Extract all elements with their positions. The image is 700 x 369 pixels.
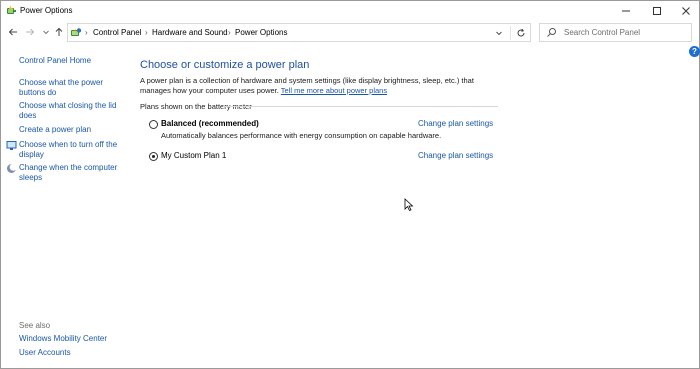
- breadcrumb-separator: ›: [228, 28, 231, 37]
- title-bar: Power Options: [1, 1, 699, 21]
- address-bar[interactable]: › Control Panel › Hardware and Sound › P…: [67, 23, 531, 42]
- breadcrumb-hardware-and-sound[interactable]: Hardware and Sound: [152, 28, 228, 37]
- chevron-down-icon: [496, 31, 502, 36]
- breadcrumb-separator: ›: [85, 28, 88, 37]
- refresh-icon: [517, 28, 525, 37]
- minimize-icon: [622, 10, 630, 12]
- refresh-button[interactable]: [514, 26, 528, 40]
- back-button[interactable]: [6, 25, 20, 39]
- plan-custom-radio[interactable]: [149, 152, 158, 161]
- left-pane: Control Panel Home Choose what the power…: [1, 45, 131, 369]
- power-buttons-link[interactable]: Choose what the power buttons do: [19, 78, 119, 98]
- search-input[interactable]: Search Control Panel: [564, 28, 640, 37]
- forward-button[interactable]: [23, 25, 37, 39]
- maximize-button[interactable]: [642, 1, 672, 21]
- closing-lid-link[interactable]: Choose what closing the lid does: [19, 101, 119, 121]
- tell-me-more-link[interactable]: Tell me more about power plans: [281, 86, 387, 95]
- plan-custom-change-settings-link[interactable]: Change plan settings: [418, 151, 493, 160]
- up-button[interactable]: [52, 25, 66, 39]
- breadcrumb-control-panel[interactable]: Control Panel: [93, 28, 141, 37]
- power-options-window: Power Options › Control Panel › Hardware…: [0, 0, 700, 369]
- computer-sleeps-link[interactable]: Change when the computer sleeps: [19, 163, 119, 183]
- control-panel-icon: [70, 27, 82, 39]
- create-power-plan-link[interactable]: Create a power plan: [19, 125, 91, 135]
- minimize-button[interactable]: [611, 1, 641, 21]
- mouse-cursor-icon: [404, 198, 414, 212]
- power-options-icon: [6, 5, 17, 16]
- plan-balanced-change-settings-link[interactable]: Change plan settings: [418, 119, 493, 128]
- moon-sleep-icon: [6, 163, 17, 174]
- back-arrow-icon: [8, 28, 17, 36]
- plan-balanced-description: Automatically balances performance with …: [161, 131, 442, 140]
- window-title: Power Options: [20, 6, 73, 15]
- turn-off-display-link[interactable]: Choose when to turn off the display: [19, 140, 119, 160]
- plan-balanced-name[interactable]: Balanced (recommended): [161, 119, 259, 128]
- forward-arrow-icon: [26, 28, 35, 36]
- address-divider: [510, 26, 511, 40]
- maximize-icon: [653, 7, 661, 15]
- section-divider: [223, 106, 498, 107]
- breadcrumb-power-options[interactable]: Power Options: [235, 28, 287, 37]
- chevron-down-icon: [43, 30, 49, 35]
- control-panel-home-link[interactable]: Control Panel Home: [19, 56, 91, 66]
- display-icon: [6, 140, 17, 151]
- search-box[interactable]: Search Control Panel: [539, 23, 692, 42]
- up-arrow-icon: [55, 27, 63, 36]
- help-icon[interactable]: ?: [689, 46, 700, 57]
- address-history-dropdown[interactable]: [492, 27, 506, 39]
- navigation-bar: › Control Panel › Hardware and Sound › P…: [1, 22, 699, 44]
- breadcrumb-separator: ›: [145, 28, 148, 37]
- close-icon: [682, 7, 690, 15]
- plan-custom-name[interactable]: My Custom Plan 1: [161, 151, 226, 160]
- plan-balanced-radio[interactable]: [149, 120, 158, 129]
- page-title: Choose or customize a power plan: [140, 59, 310, 71]
- user-accounts-link[interactable]: User Accounts: [19, 348, 71, 358]
- intro-paragraph: A power plan is a collection of hardware…: [140, 76, 490, 95]
- windows-mobility-center-link[interactable]: Windows Mobility Center: [19, 334, 107, 344]
- recent-locations-button[interactable]: [39, 25, 53, 39]
- close-button[interactable]: [671, 1, 700, 21]
- see-also-heading: See also: [19, 321, 51, 330]
- search-icon: [546, 27, 557, 38]
